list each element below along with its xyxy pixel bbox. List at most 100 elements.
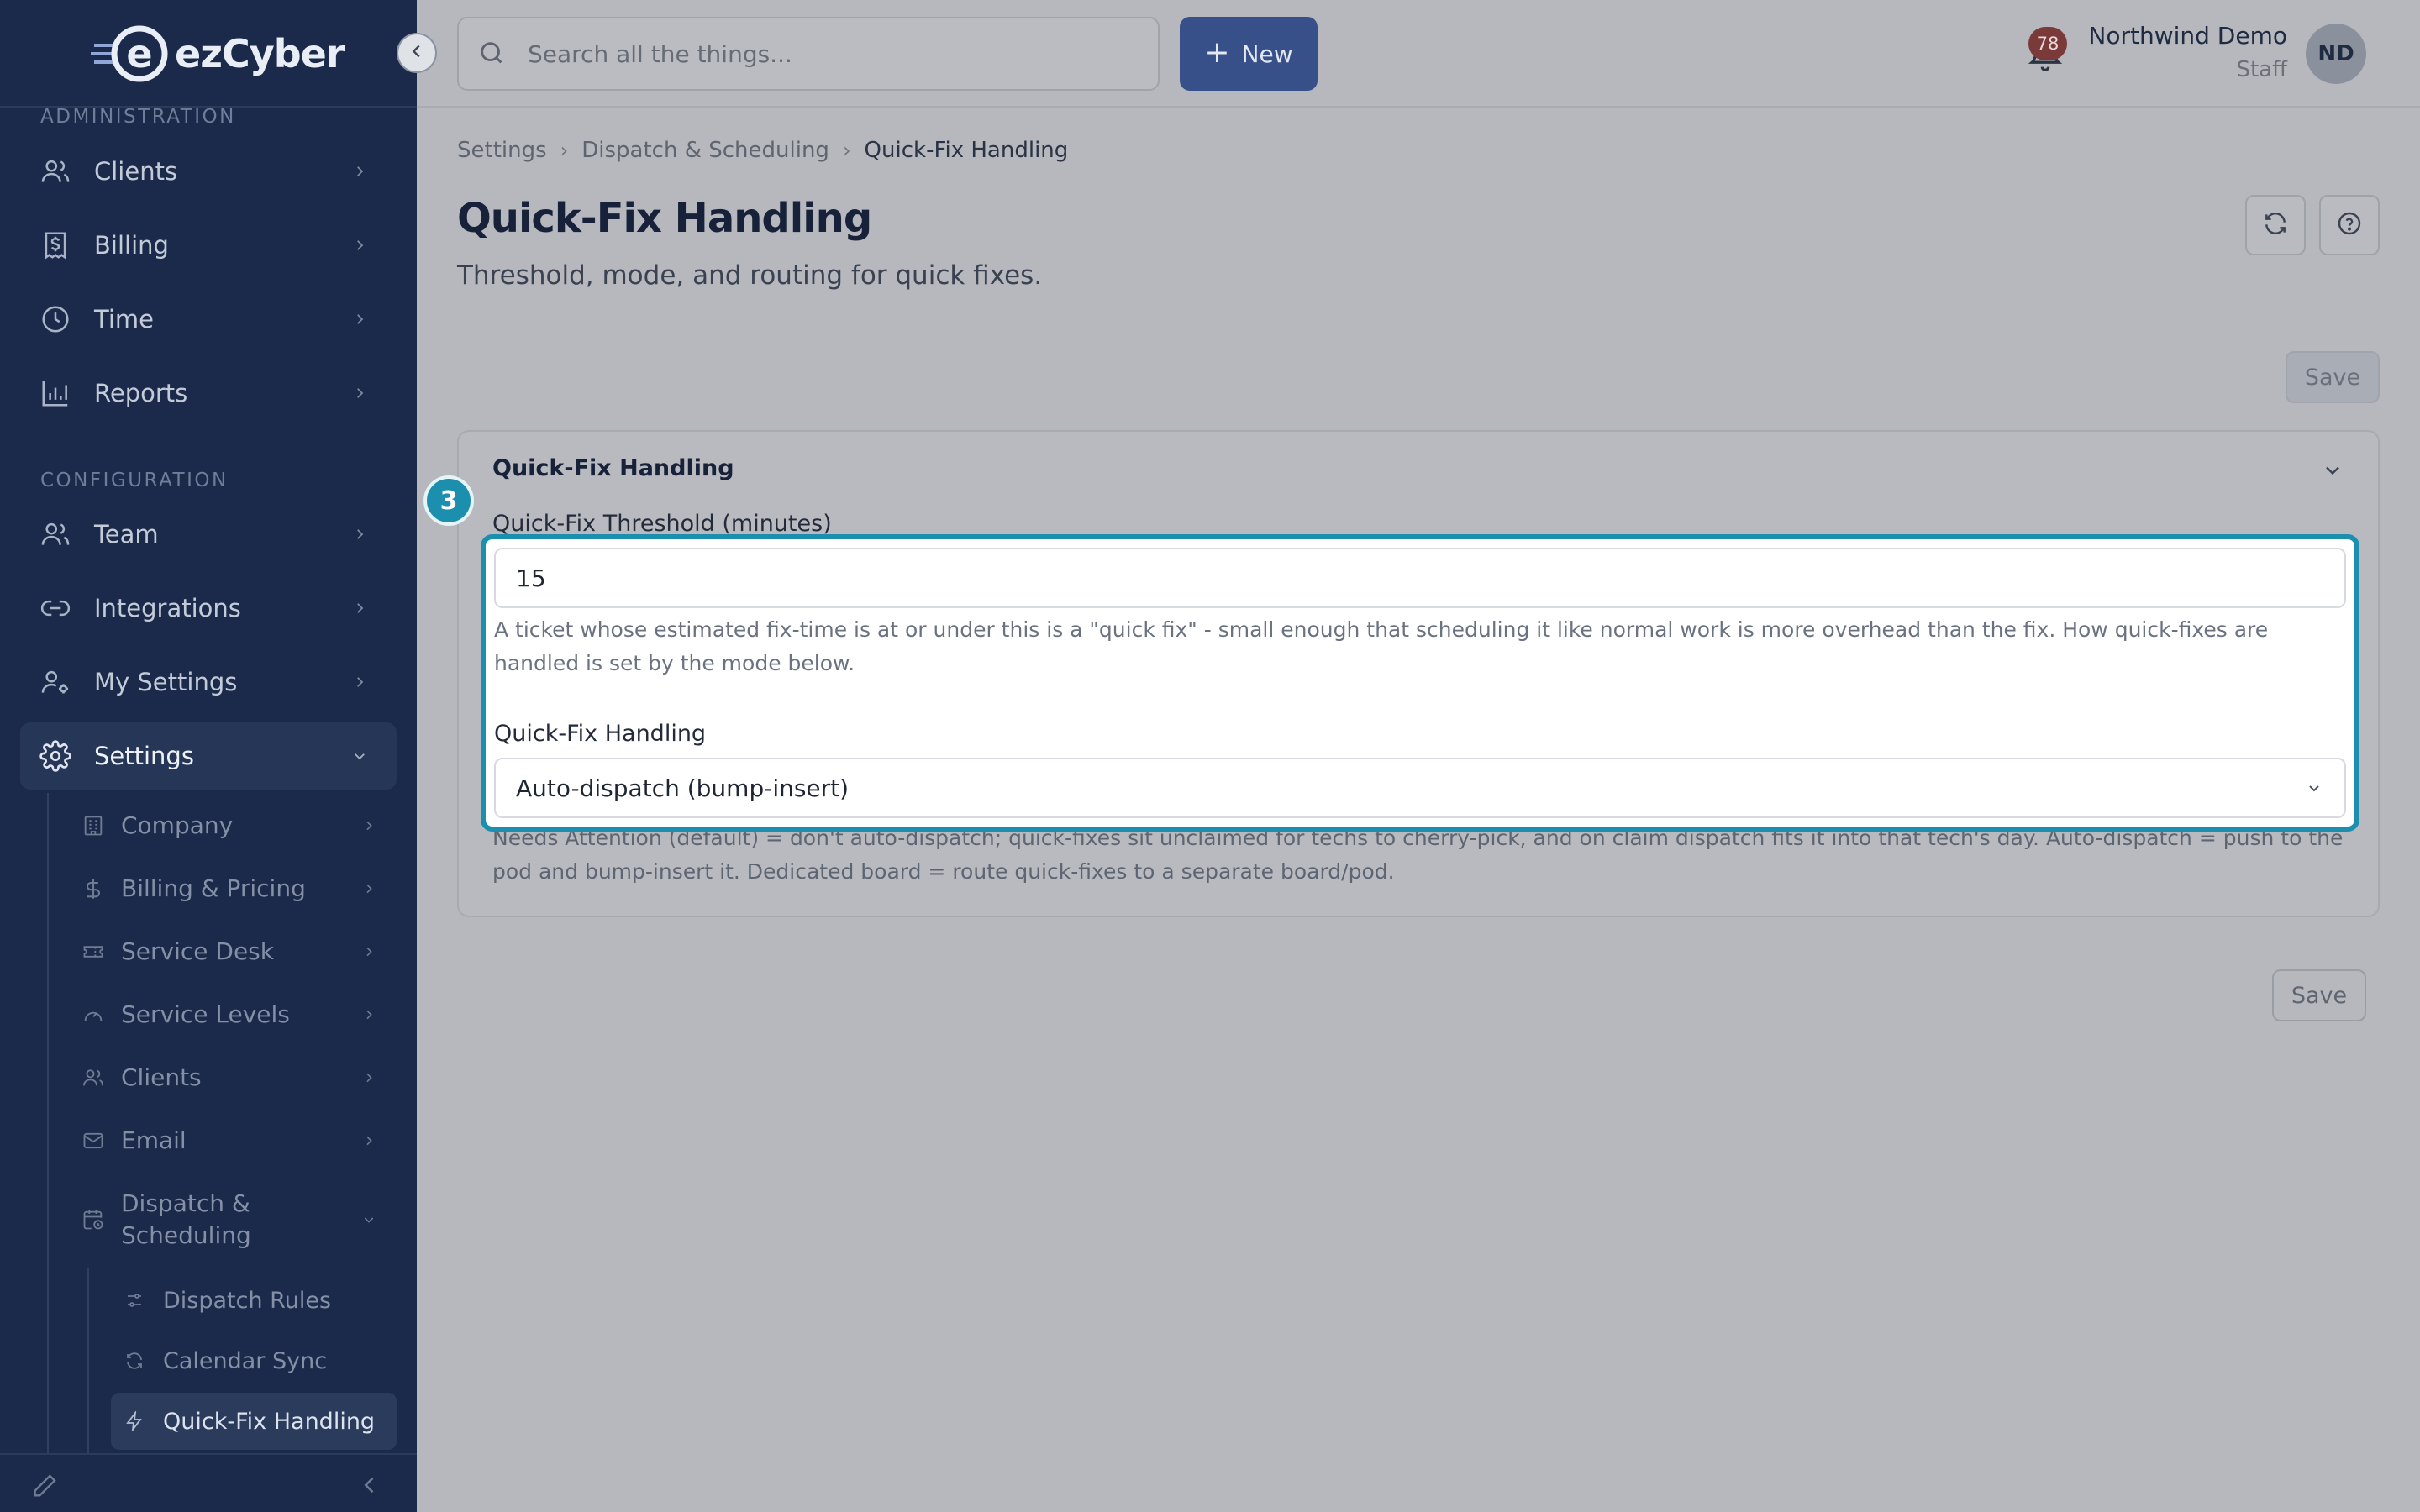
tree-line (87, 1268, 89, 1470)
highlight-region: A ticket whose estimated fix-time is at … (481, 534, 2360, 832)
new-button-label: New (1241, 39, 1293, 68)
sidebar-subitem-label: Company (121, 811, 234, 839)
refresh-button[interactable] (2245, 195, 2306, 255)
sidebar-footer (0, 1453, 417, 1512)
card-title: Quick-Fix Handling (492, 455, 734, 481)
user-role: Staff (2236, 57, 2287, 82)
pencil-icon[interactable] (30, 1472, 59, 1500)
chevron-right-icon (360, 1005, 378, 1024)
sidebar-subitem-service-desk[interactable]: Service Desk (74, 922, 397, 981)
refresh-icon (2262, 210, 2289, 240)
sidebar-subitem-dispatch-scheduling[interactable]: Dispatch & Scheduling (74, 1184, 397, 1255)
sidebar-item-label: Team (94, 520, 159, 549)
breadcrumb-current: Quick-Fix Handling (864, 138, 1069, 163)
step-badge: 3 (424, 475, 474, 526)
help-button[interactable] (2319, 195, 2380, 255)
sidebar-subsubitem-quick-fix-handling[interactable]: Quick-Fix Handling (111, 1393, 397, 1450)
sidebar-subsubitem-calendar-sync[interactable]: Calendar Sync (111, 1332, 397, 1389)
chevron-right-icon: › (560, 139, 569, 162)
dollar-icon (81, 876, 106, 901)
calendar-clock-icon (81, 1207, 106, 1232)
sidebar-item-clients[interactable]: Clients (20, 138, 397, 205)
mail-icon (81, 1128, 106, 1153)
section-label-configuration: CONFIGURATION (40, 470, 229, 491)
breadcrumb-settings[interactable]: Settings (457, 138, 547, 163)
chevron-right-icon (350, 598, 370, 618)
handling-label: Quick-Fix Handling (494, 721, 707, 747)
topbar: + New 78 Northwind Demo Staff ND (417, 0, 2420, 108)
threshold-label: Quick-Fix Threshold (minutes) (492, 511, 832, 537)
sidebar-subitem-label: Billing & Pricing (121, 874, 306, 902)
chevron-down-icon (360, 1210, 378, 1229)
new-button[interactable]: + New (1180, 17, 1318, 91)
save-button-top[interactable]: Save (2286, 351, 2380, 403)
avatar[interactable]: ND (2306, 24, 2366, 84)
handling-selected-value: Auto-dispatch (bump-insert) (516, 774, 850, 802)
search-box[interactable] (457, 17, 1160, 91)
plus-icon: + (1204, 34, 1230, 70)
bar-chart-icon (39, 376, 72, 410)
chevron-left-icon[interactable] (358, 1473, 383, 1499)
sidebar-item-my-settings[interactable]: My Settings (20, 648, 397, 716)
sidebar-subitem-billing-pricing[interactable]: Billing & Pricing (74, 859, 397, 918)
sidebar-item-integrations[interactable]: Integrations (20, 575, 397, 642)
chevron-left-icon (408, 42, 426, 64)
clock-icon (39, 302, 72, 336)
brand-logo[interactable]: e ezCyber (91, 20, 345, 87)
chevron-right-icon (360, 1131, 378, 1150)
page-subtitle: Threshold, mode, and routing for quick f… (457, 260, 1043, 291)
gear-icon (39, 739, 72, 773)
logo-mark-icon: e (91, 24, 171, 84)
sidebar-subitem-label: Email (121, 1126, 187, 1154)
sidebar-item-settings[interactable]: Settings (20, 722, 397, 790)
sidebar-item-time[interactable]: Time (20, 286, 397, 353)
sidebar-item-label: Settings (94, 742, 194, 770)
sidebar-subitem-email[interactable]: Email (74, 1111, 397, 1170)
bolt-icon (123, 1410, 146, 1433)
chevron-right-icon (350, 524, 370, 544)
sidebar-item-billing[interactable]: Billing (20, 212, 397, 279)
sidebar-collapse-button[interactable] (397, 33, 437, 73)
sidebar-subsubitem-label: Quick-Fix Handling (163, 1408, 376, 1435)
sidebar-subitem-service-levels[interactable]: Service Levels (74, 985, 397, 1044)
user-cog-icon (39, 665, 72, 699)
save-button-bottom[interactable]: Save (2272, 969, 2366, 1021)
refresh-icon (123, 1349, 146, 1373)
gauge-icon (81, 1002, 106, 1027)
handling-help-text: Needs Attention (default) = don't auto-d… (492, 826, 2344, 884)
chevron-right-icon (360, 1068, 378, 1087)
users-icon (81, 1065, 106, 1090)
sidebar-subitem-label: Dispatch & Scheduling (121, 1189, 251, 1249)
sidebar-subitem-label: Service Desk (121, 937, 274, 965)
brand-name: ezCyber (175, 31, 345, 76)
search-input[interactable] (528, 39, 1158, 68)
sidebar-subitem-company[interactable]: Company (74, 796, 397, 855)
sidebar-item-reports[interactable]: Reports (20, 360, 397, 427)
users-icon (39, 155, 72, 188)
chevron-right-icon (360, 942, 378, 961)
search-icon (477, 39, 508, 69)
handling-select[interactable]: Auto-dispatch (bump-insert) (494, 758, 2346, 818)
sidebar-item-label: Time (94, 305, 154, 333)
sliders-icon (123, 1289, 146, 1312)
ticket-icon (81, 939, 106, 964)
threshold-input[interactable] (494, 548, 2346, 608)
sidebar-subsubitem-label: Dispatch Rules (163, 1287, 332, 1314)
chevron-right-icon: › (842, 139, 851, 162)
chevron-right-icon (350, 235, 370, 255)
building-icon (81, 813, 106, 838)
breadcrumb-dispatch-scheduling[interactable]: Dispatch & Scheduling (581, 138, 829, 163)
users-icon (39, 517, 72, 551)
threshold-help-text: A ticket whose estimated fix-time is at … (494, 617, 2269, 675)
sidebar-subsubitem-dispatch-rules[interactable]: Dispatch Rules (111, 1272, 397, 1329)
sidebar-item-team[interactable]: Team (20, 501, 397, 568)
sidebar-subsubitem-label: Calendar Sync (163, 1347, 328, 1374)
notification-badge: 78 (2028, 27, 2067, 60)
sidebar-subitem-clients[interactable]: Clients (74, 1048, 397, 1107)
tree-line (47, 793, 49, 1465)
chevron-right-icon (360, 816, 378, 835)
chevron-down-icon[interactable] (2321, 459, 2344, 482)
user-name: Northwind Demo (2088, 22, 2287, 50)
chevron-down-icon (2304, 778, 2324, 798)
sidebar-item-label: Reports (94, 379, 188, 407)
